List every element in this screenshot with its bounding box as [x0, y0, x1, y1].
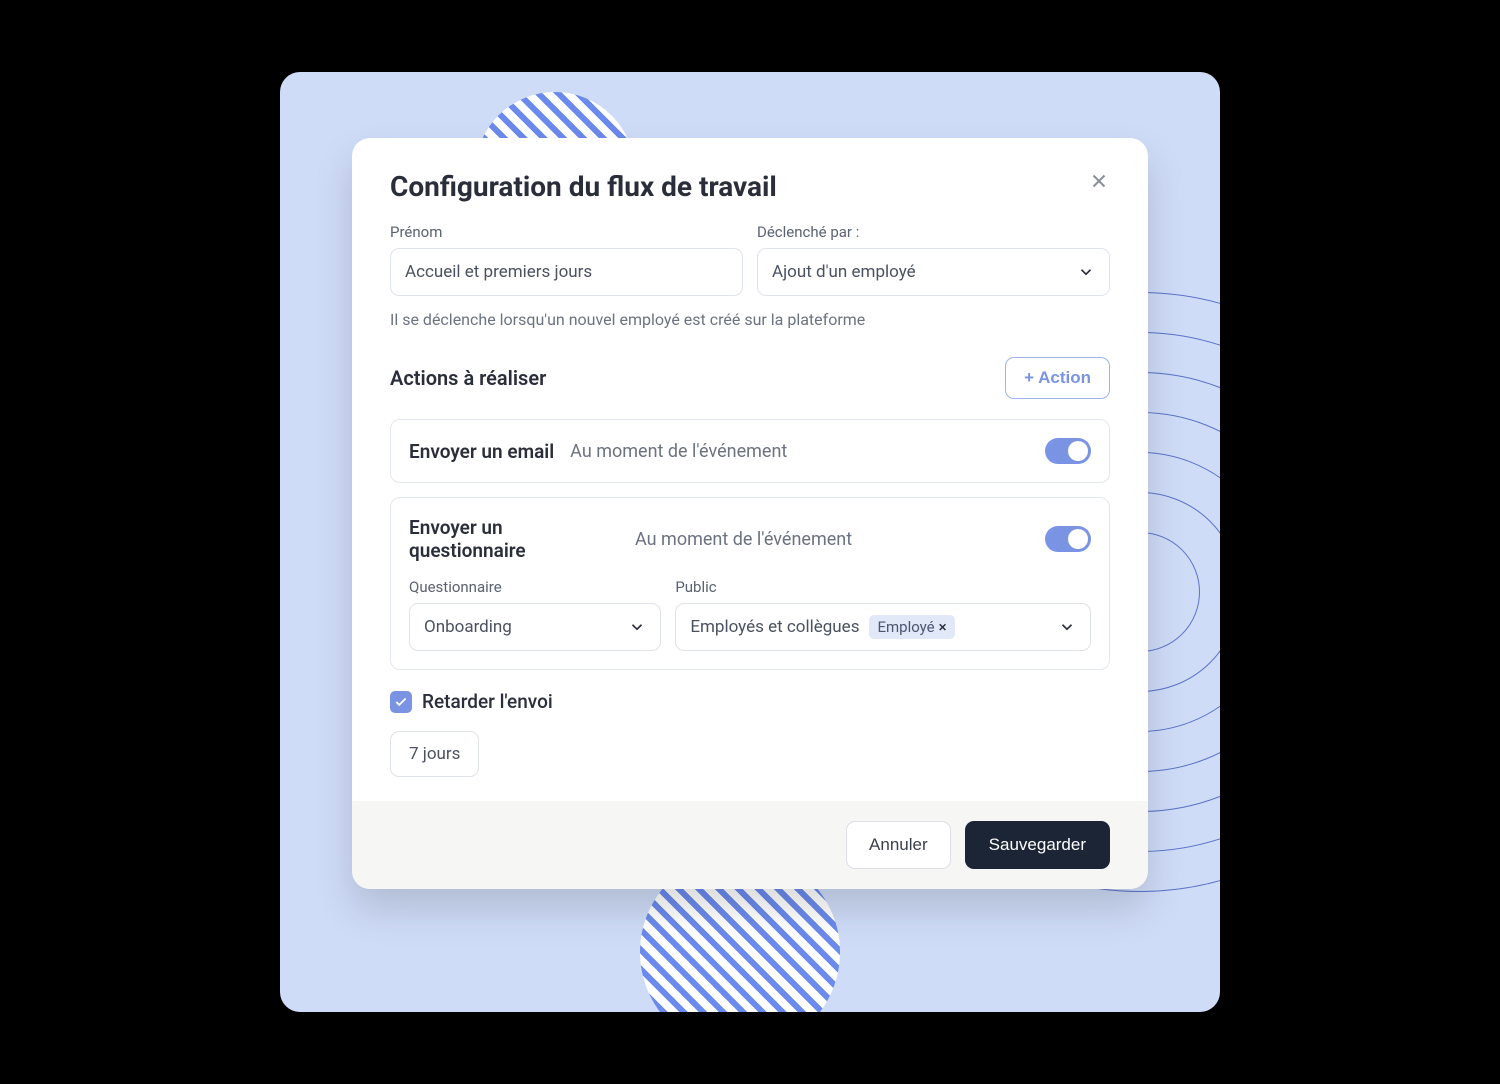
- modal-title: Configuration du flux de travail: [390, 170, 777, 203]
- chevron-down-icon: [1077, 263, 1095, 281]
- questionnaire-label: Questionnaire: [409, 578, 661, 596]
- trigger-value: Ajout d'un employé: [772, 262, 916, 282]
- cancel-button[interactable]: Annuler: [846, 821, 951, 869]
- audience-tag: Employé ×: [869, 615, 954, 639]
- actions-section-title: Actions à réaliser: [390, 366, 546, 390]
- delay-value-input[interactable]: 7 jours: [390, 731, 479, 777]
- questionnaire-select[interactable]: Onboarding: [409, 603, 661, 651]
- check-icon: [394, 695, 408, 709]
- action-title: Envoyer un questionnaire: [409, 516, 619, 562]
- action-timing: Au moment de l'événement: [570, 441, 1029, 462]
- name-value: Accueil et premiers jours: [405, 262, 592, 282]
- chevron-down-icon: [628, 618, 646, 636]
- audience-select[interactable]: Employés et collègues Employé ×: [675, 603, 1091, 651]
- chevron-down-icon: [1058, 618, 1076, 636]
- decorative-backdrop: Configuration du flux de travail Prénom …: [280, 72, 1220, 1012]
- delay-checkbox-label: Retarder l'envoi: [422, 690, 553, 713]
- delay-checkbox[interactable]: [390, 691, 412, 713]
- remove-tag-button[interactable]: ×: [939, 618, 947, 636]
- add-action-button[interactable]: + Action: [1005, 357, 1110, 399]
- help-text: Il se déclenche lorsqu'un nouvel employé…: [390, 310, 1110, 329]
- name-label: Prénom: [390, 223, 743, 241]
- audience-value: Employés et collègues: [690, 617, 859, 637]
- action-title: Envoyer un email: [409, 440, 554, 463]
- modal-body: Prénom Accueil et premiers jours Déclenc…: [352, 223, 1148, 801]
- modal-header: Configuration du flux de travail: [352, 138, 1148, 223]
- trigger-select[interactable]: Ajout d'un employé: [757, 248, 1110, 296]
- action-toggle[interactable]: [1045, 438, 1091, 464]
- name-input[interactable]: Accueil et premiers jours: [390, 248, 743, 296]
- action-card-questionnaire: Envoyer un questionnaire Au moment de l'…: [390, 497, 1110, 670]
- trigger-label: Déclenché par :: [757, 223, 1110, 241]
- questionnaire-value: Onboarding: [424, 617, 512, 637]
- action-timing: Au moment de l'événement: [635, 529, 1029, 550]
- action-toggle[interactable]: [1045, 526, 1091, 552]
- save-button[interactable]: Sauvegarder: [965, 821, 1110, 869]
- modal-footer: Annuler Sauvegarder: [352, 801, 1148, 889]
- workflow-config-modal: Configuration du flux de travail Prénom …: [352, 138, 1148, 889]
- audience-label: Public: [675, 578, 1091, 596]
- close-icon: [1088, 170, 1110, 192]
- close-button[interactable]: [1088, 170, 1110, 196]
- action-card-email: Envoyer un email Au moment de l'événemen…: [390, 419, 1110, 483]
